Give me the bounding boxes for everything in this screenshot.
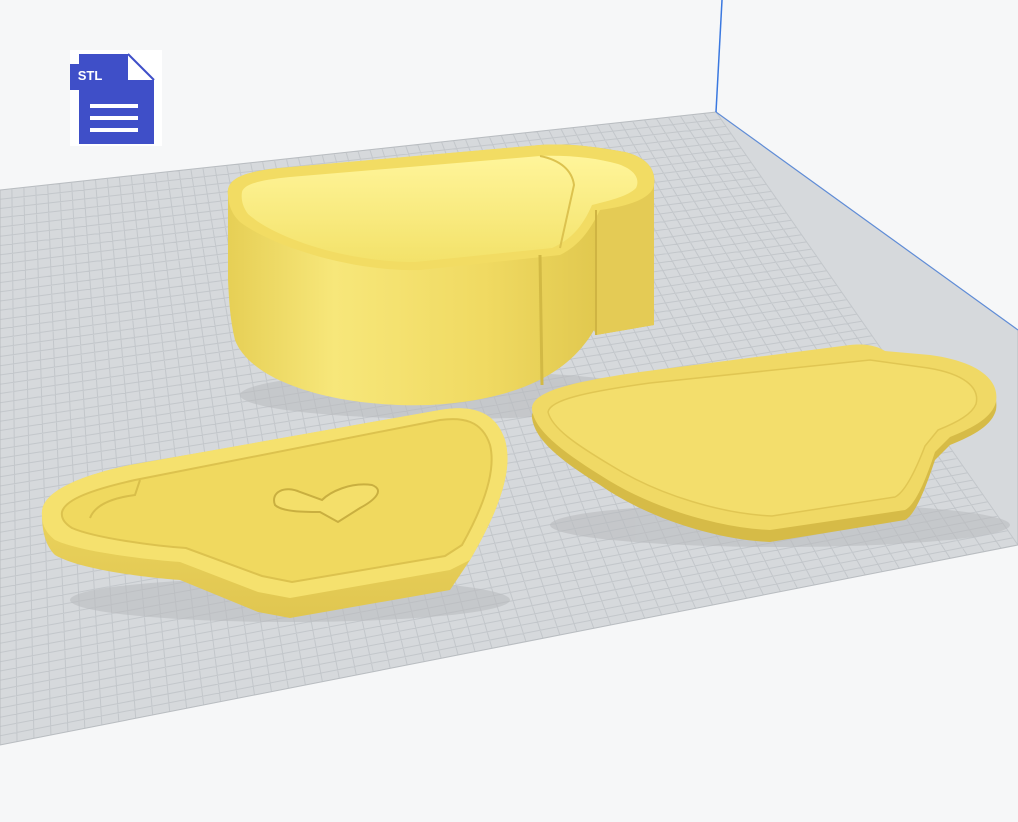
- stl-file-label: STL: [77, 68, 103, 83]
- stl-file-badge: STL: [70, 50, 162, 146]
- z-axis-line: [715, 0, 723, 113]
- stl-file-icon: [70, 50, 162, 146]
